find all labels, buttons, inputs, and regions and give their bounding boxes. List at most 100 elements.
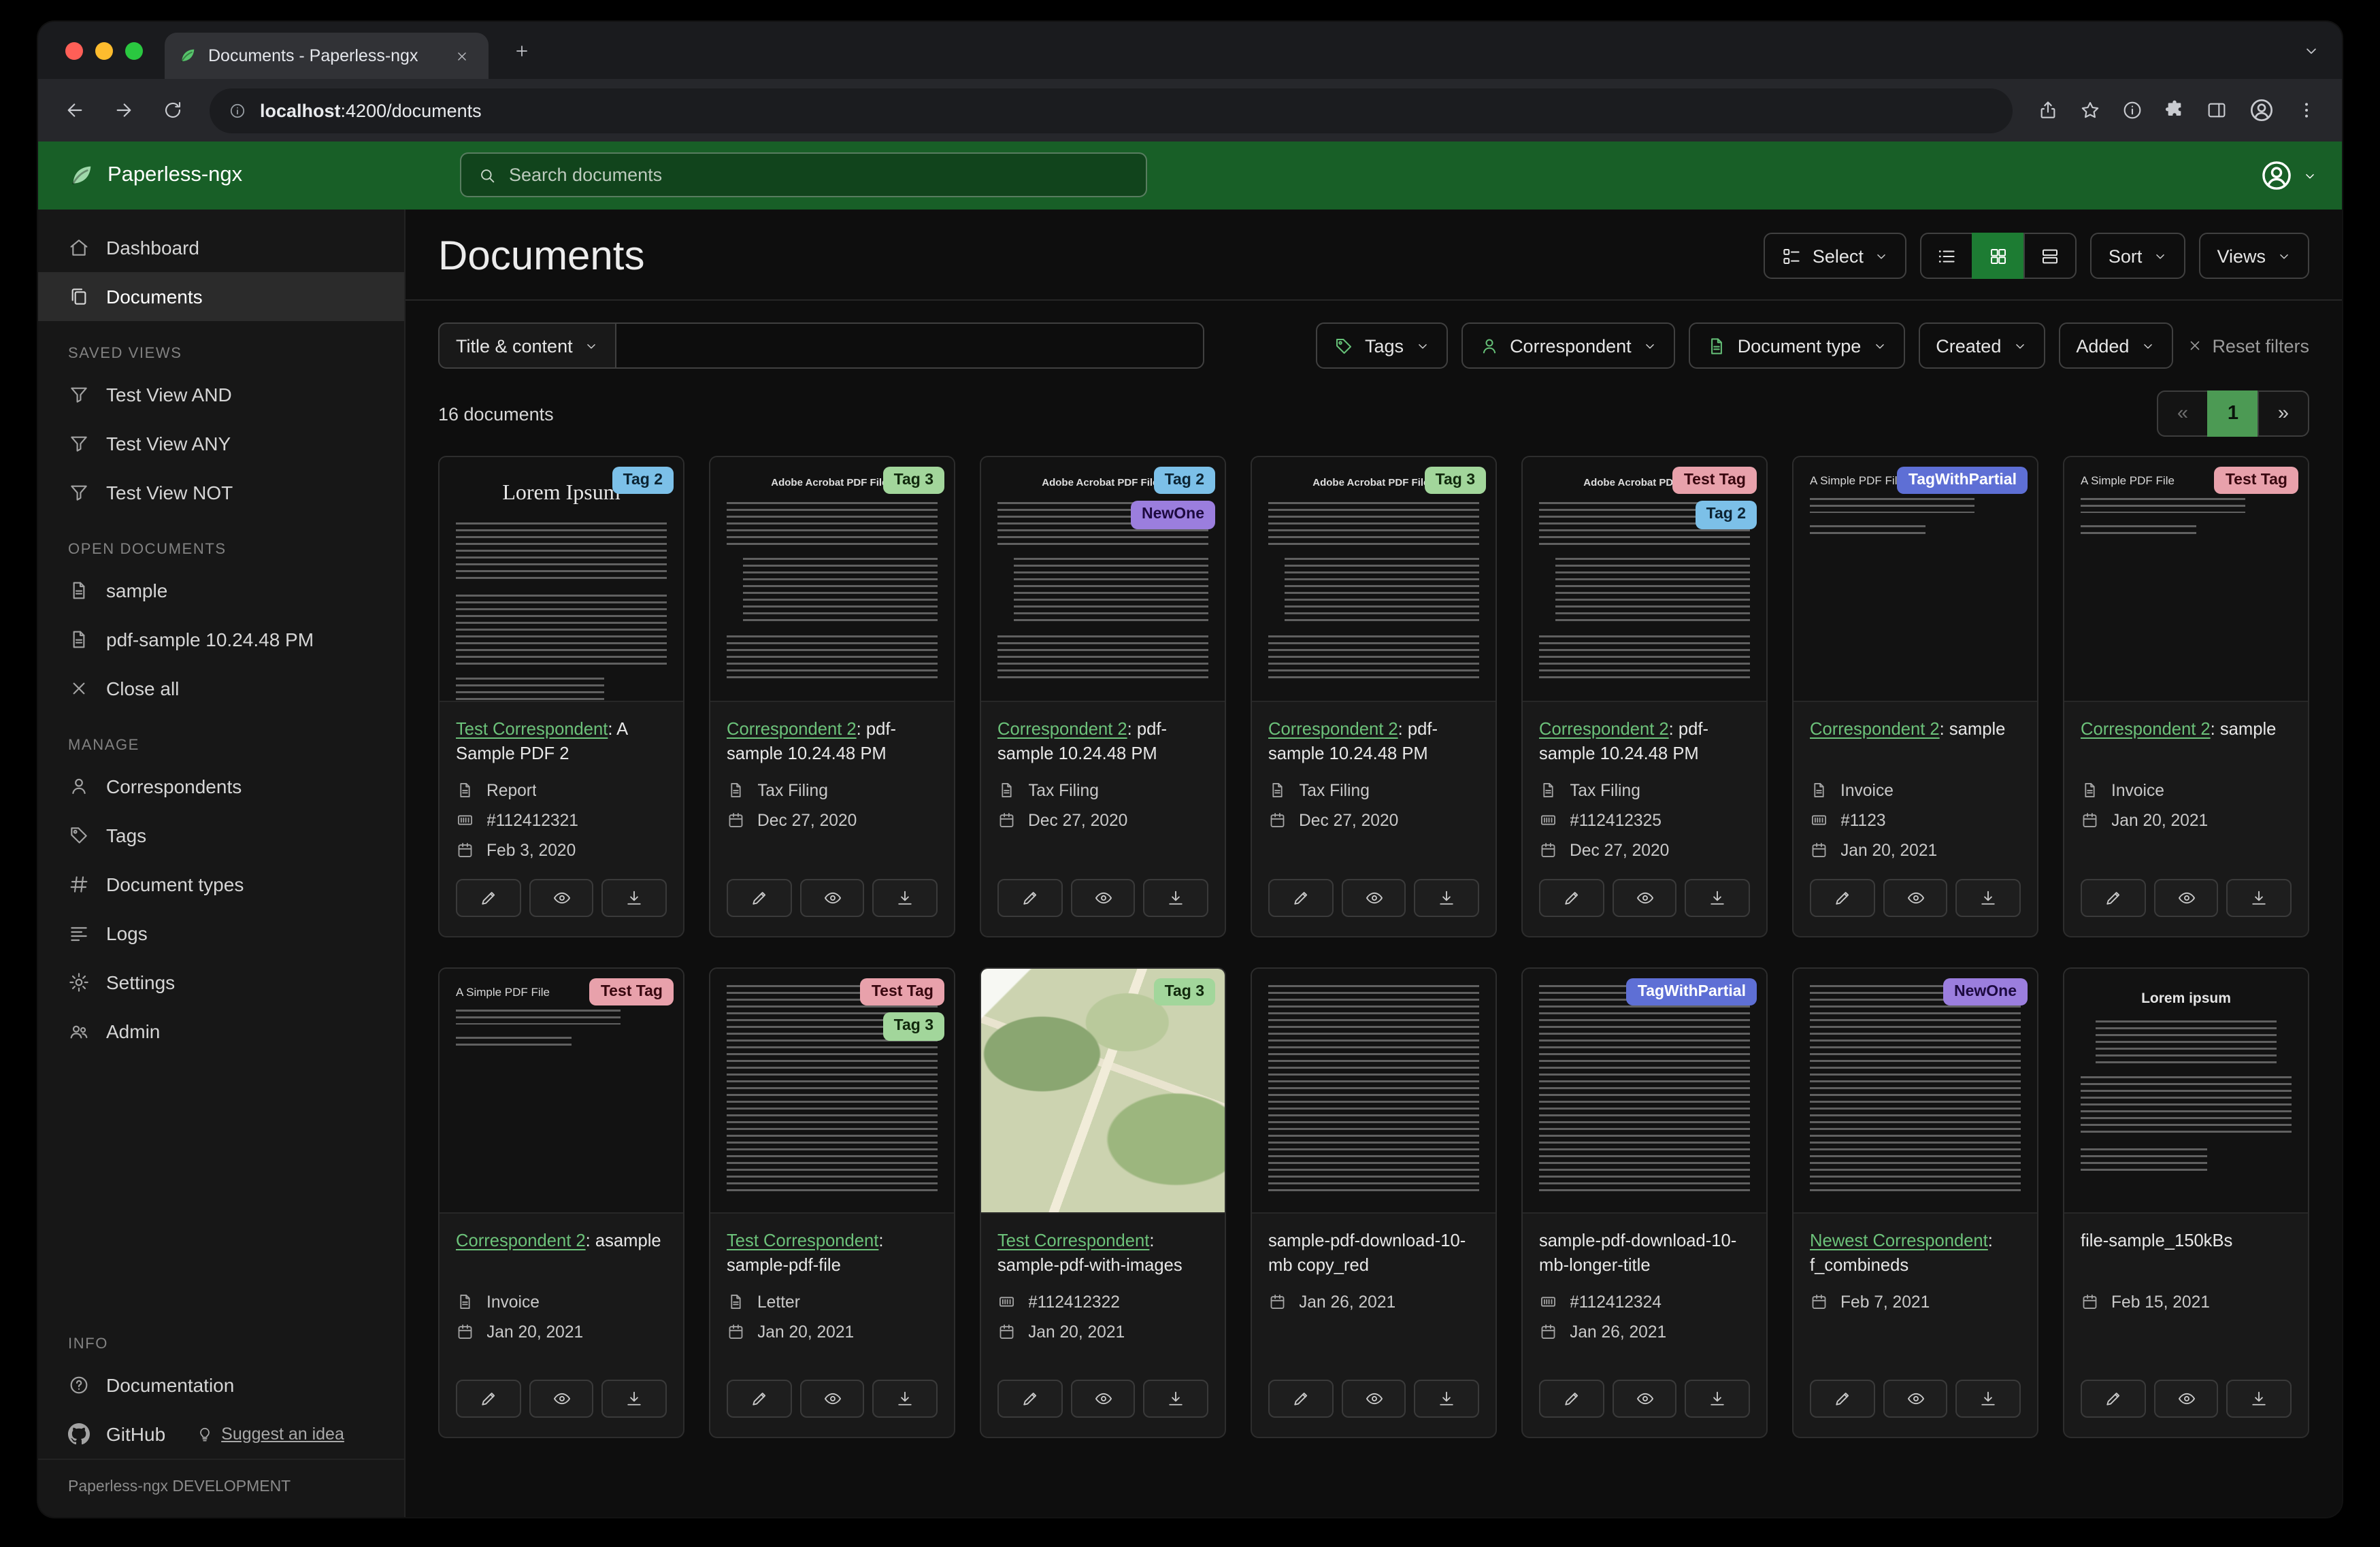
view-grid-button[interactable] <box>1972 233 2026 279</box>
download-document-button[interactable] <box>1955 879 2021 917</box>
user-menu[interactable] <box>2259 142 2317 210</box>
download-document-button[interactable] <box>1685 879 1751 917</box>
document-thumbnail[interactable]: Lorem ipsum <box>2064 969 2308 1214</box>
download-document-button[interactable] <box>601 1380 667 1418</box>
tag-badge[interactable]: Tag 2 <box>1153 467 1215 495</box>
view-document-button[interactable] <box>1070 1380 1136 1418</box>
sidebar-item-correspondents[interactable]: Correspondents <box>38 762 404 811</box>
download-document-button[interactable] <box>2226 1380 2292 1418</box>
document-correspondent-link[interactable]: Correspondent 2 <box>1810 718 1940 739</box>
document-card[interactable]: Test Tag Tag 3 Test Correspondent: sample… <box>709 967 955 1438</box>
document-card[interactable]: A Simple PDF File Test Tag Correspondent… <box>438 967 684 1438</box>
document-correspondent-link[interactable]: Correspondent 2 <box>2081 718 2211 739</box>
document-thumbnail[interactable]: NewOne <box>1794 969 2037 1214</box>
document-thumbnail[interactable]: A Simple PDF File Test Tag <box>2064 457 2308 702</box>
tag-badge[interactable]: TagWithPartial <box>1897 467 2028 495</box>
document-correspondent-link[interactable]: Test Correspondent <box>997 1230 1149 1250</box>
download-document-button[interactable] <box>1955 1380 2021 1418</box>
sidebar-item-settings[interactable]: Settings <box>38 958 404 1007</box>
view-document-button[interactable] <box>1612 879 1677 917</box>
document-correspondent-link[interactable]: Correspondent 2 <box>1268 718 1398 739</box>
sort-button[interactable]: Sort <box>2090 233 2186 279</box>
address-bar[interactable]: localhost:4200/documents <box>210 88 2013 133</box>
document-correspondent-link[interactable]: Test Correspondent <box>727 1230 878 1250</box>
reload-icon[interactable] <box>150 87 196 133</box>
edit-document-button[interactable] <box>1810 879 1875 917</box>
view-document-button[interactable] <box>2153 879 2219 917</box>
reset-filters-button[interactable]: Reset filters <box>2186 335 2309 356</box>
edit-document-button[interactable] <box>997 879 1063 917</box>
tag-badge[interactable]: NewOne <box>1130 501 1215 529</box>
search-input[interactable] <box>509 165 1129 185</box>
sidebar-open-document-sample[interactable]: sample <box>38 566 404 615</box>
document-correspondent-link[interactable]: Test Correspondent <box>456 718 608 739</box>
tab-close-icon[interactable] <box>448 42 475 69</box>
document-card[interactable]: Adobe Acrobat PDF Files Tag 2 NewOne Corr… <box>980 456 1226 937</box>
global-search[interactable] <box>460 152 1147 197</box>
view-details-button[interactable] <box>2023 233 2077 279</box>
document-card[interactable]: Adobe Acrobat PDF Files Tag 3 Correspond… <box>1251 456 1497 937</box>
document-thumbnail[interactable]: Test Tag Tag 3 <box>710 969 954 1214</box>
new-tab-button[interactable] <box>502 31 540 69</box>
document-thumbnail[interactable]: TagWithPartial <box>1523 969 1766 1214</box>
edit-document-button[interactable] <box>1268 879 1334 917</box>
download-document-button[interactable] <box>2226 879 2292 917</box>
edit-document-button[interactable] <box>1268 1380 1334 1418</box>
side-panel-icon[interactable] <box>2206 99 2228 121</box>
sidebar-item-logs[interactable]: Logs <box>38 909 404 958</box>
tag-badge[interactable]: Test Tag <box>2214 467 2298 495</box>
tag-badge[interactable]: TagWithPartial <box>1626 978 1757 1006</box>
edit-document-button[interactable] <box>1539 879 1604 917</box>
sidebar-item-test-view-not[interactable]: Test View NOT <box>38 468 404 517</box>
forward-icon[interactable] <box>101 87 147 133</box>
browser-tab[interactable]: Documents - Paperless-ngx <box>165 33 489 79</box>
view-document-button[interactable] <box>529 879 594 917</box>
tag-badge[interactable]: Tag 2 <box>612 467 674 495</box>
sidebar-item-documentation[interactable]: Documentation <box>38 1361 404 1410</box>
edit-document-button[interactable] <box>1539 1380 1604 1418</box>
document-card[interactable]: Lorem ipsum file-sample_150kBs Feb 15, 2… <box>2063 967 2309 1438</box>
view-list-button[interactable] <box>1920 233 1974 279</box>
download-document-button[interactable] <box>872 879 938 917</box>
document-thumbnail[interactable]: Tag 3 <box>981 969 1225 1214</box>
tag-badge[interactable]: Test Tag <box>1672 467 1757 495</box>
view-document-button[interactable] <box>799 879 865 917</box>
tag-badge[interactable]: Test Tag <box>860 978 944 1006</box>
document-thumbnail[interactable]: Adobe Acrobat PDF Files Tag 3 <box>710 457 954 702</box>
edit-document-button[interactable] <box>456 1380 521 1418</box>
edit-document-button[interactable] <box>727 879 792 917</box>
sidebar-item-document-types[interactable]: Document types <box>38 860 404 909</box>
sidebar-open-document-pdf-sample[interactable]: pdf-sample 10.24.48 PM <box>38 615 404 664</box>
bookmark-star-icon[interactable] <box>2079 99 2101 121</box>
sidebar-item-github[interactable]: GitHub Suggest an idea <box>38 1410 404 1459</box>
document-card[interactable]: sample-pdf-download-10-mb copy_red Jan 2… <box>1251 967 1497 1438</box>
tag-badge[interactable]: Tag 3 <box>1153 978 1215 1006</box>
back-icon[interactable] <box>52 87 98 133</box>
download-document-button[interactable] <box>1143 1380 1209 1418</box>
view-document-button[interactable] <box>1341 1380 1406 1418</box>
document-thumbnail[interactable] <box>1252 969 1495 1214</box>
view-document-button[interactable] <box>2153 1380 2219 1418</box>
edit-document-button[interactable] <box>1810 1380 1875 1418</box>
document-card[interactable]: A Simple PDF File Test Tag Correspondent… <box>2063 456 2309 937</box>
document-card[interactable]: Adobe Acrobat PDF Files Test Tag Tag 2 Co… <box>1521 456 1768 937</box>
download-document-button[interactable] <box>1685 1380 1751 1418</box>
view-document-button[interactable] <box>799 1380 865 1418</box>
download-document-button[interactable] <box>1414 879 1480 917</box>
download-document-button[interactable] <box>872 1380 938 1418</box>
document-card[interactable]: Lorem Ipsum Tag 2 Test Correspondent: A … <box>438 456 684 937</box>
edit-document-button[interactable] <box>456 879 521 917</box>
view-document-button[interactable] <box>1883 879 1948 917</box>
download-document-button[interactable] <box>1414 1380 1480 1418</box>
added-filter-button[interactable]: Added <box>2058 322 2173 369</box>
suggest-idea-link[interactable]: Suggest an idea <box>195 1425 344 1444</box>
tab-search-chevron-icon[interactable] <box>2302 41 2320 59</box>
document-type-filter-button[interactable]: Document type <box>1688 322 1905 369</box>
view-document-button[interactable] <box>1883 1380 1948 1418</box>
tag-badge[interactable]: Tag 3 <box>1424 467 1486 495</box>
pagination-prev[interactable]: « <box>2157 390 2209 437</box>
extensions-puzzle-icon[interactable] <box>2164 99 2185 121</box>
download-document-button[interactable] <box>1143 879 1209 917</box>
sidebar-item-test-view-and[interactable]: Test View AND <box>38 370 404 419</box>
pagination-next[interactable]: » <box>2258 390 2309 437</box>
